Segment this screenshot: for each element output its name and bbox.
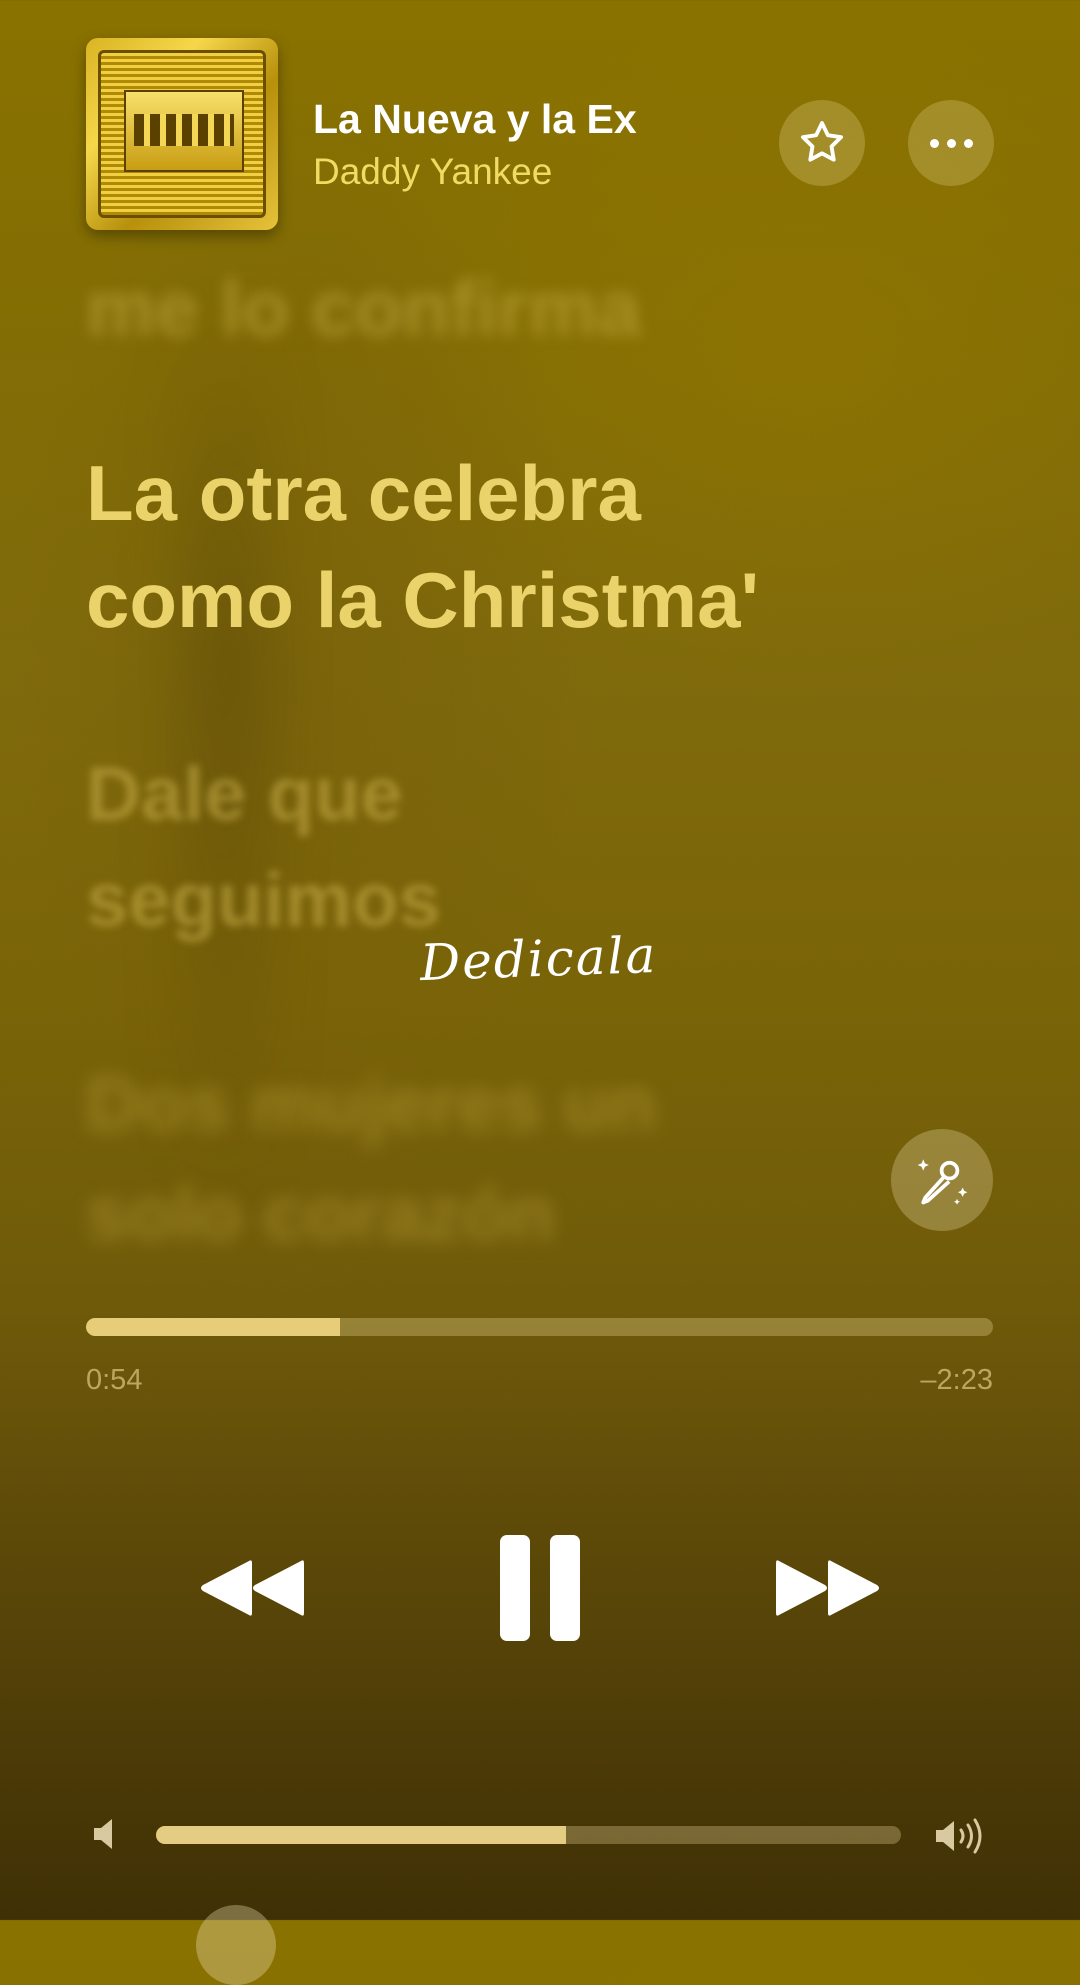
album-art-emblem (124, 90, 244, 172)
volume-level-fill (156, 1826, 566, 1844)
lyric-upcoming-line-2: solo corazón (86, 1172, 555, 1257)
artist-name[interactable]: Daddy Yankee (313, 151, 552, 193)
speaker-high-icon (936, 1818, 982, 1854)
lyric-next-line-1: Dale que (86, 752, 403, 837)
lyric-current-line[interactable]: La otra celebra como la Christma' (86, 440, 906, 654)
ellipsis-icon (926, 138, 977, 148)
lyric-upcoming-line-1: Dos mujeres un (86, 1062, 657, 1147)
backward-icon (201, 1560, 304, 1616)
lyric-next-line[interactable]: Dale que seguimos (86, 742, 906, 954)
lyric-upcoming-line[interactable]: Dos mujeres un solo corazón (86, 1050, 906, 1270)
star-icon (800, 121, 844, 162)
rewind-button[interactable] (192, 1548, 312, 1628)
playback-progress-fill (86, 1318, 340, 1336)
more-options-button[interactable] (908, 100, 994, 186)
playback-scrubber[interactable] (86, 1318, 993, 1336)
song-title[interactable]: La Nueva y la Ex (313, 96, 637, 143)
pause-button[interactable] (488, 1530, 592, 1646)
lyric-previous-line[interactable]: me lo confirma (86, 258, 906, 358)
speaker-low-icon (94, 1819, 112, 1849)
album-art[interactable] (86, 38, 278, 230)
sing-mode-button[interactable] (891, 1129, 993, 1231)
lyric-current-line-1: La otra celebra (86, 449, 641, 537)
elapsed-time: 0:54 (86, 1364, 143, 1396)
pause-icon (500, 1535, 580, 1641)
handwritten-overlay-text: Dedicala (419, 925, 659, 993)
remaining-time: –2:23 (920, 1364, 993, 1396)
volume-high-button[interactable] (934, 1816, 988, 1856)
microphone-sparkle-icon (917, 1159, 968, 1205)
volume-low-button[interactable] (92, 1816, 118, 1852)
lyric-current-line-2: como la Christma' (86, 556, 760, 644)
favorite-button[interactable] (779, 100, 865, 186)
bottom-control-partial[interactable] (196, 1905, 276, 1985)
fast-forward-button[interactable] (768, 1548, 888, 1628)
forward-icon (776, 1560, 879, 1616)
volume-slider[interactable] (156, 1826, 901, 1844)
